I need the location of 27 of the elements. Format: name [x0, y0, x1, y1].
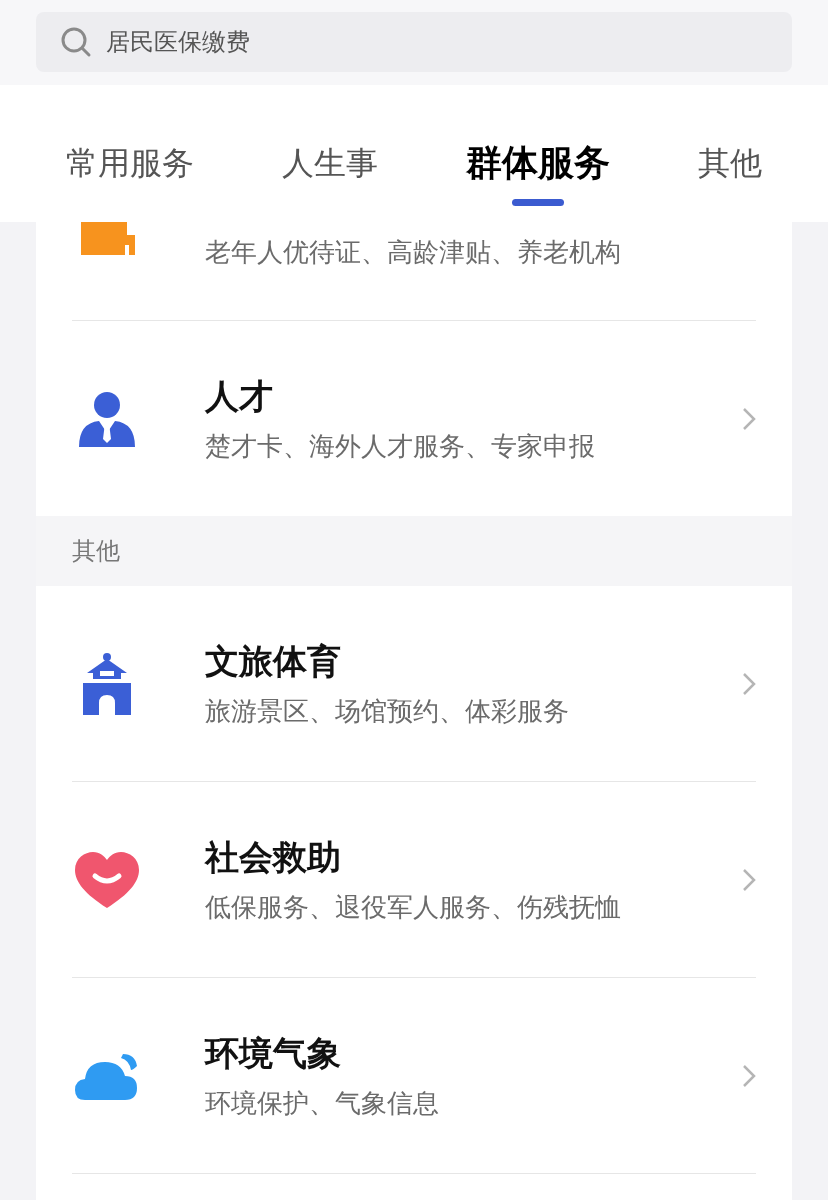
section-header: 其他: [72, 536, 120, 566]
item-title: 人才: [205, 375, 274, 417]
tab[interactable]: 其他: [698, 141, 762, 206]
service-item[interactable]: 老年人优待证、高龄津贴、养老机构: [36, 222, 792, 320]
search-field[interactable]: 居民医保缴费: [36, 12, 792, 72]
item-subtitle: 楚才卡、海外人才服务、专家申报: [205, 429, 596, 463]
item-subtitle: 环境保护、气象信息: [205, 1086, 440, 1120]
cloud-icon: [75, 1051, 139, 1100]
tab[interactable]: 人生事: [282, 141, 378, 206]
service-item[interactable]: 社会救助 低保服务、退役军人服务、伤残抚恤: [36, 782, 792, 977]
item-title: 环境气象: [205, 1032, 342, 1074]
chevron-icon: [742, 671, 756, 696]
search-icon: [60, 26, 92, 58]
item-subtitle: 低保服务、退役军人服务、伤残抚恤: [205, 890, 622, 924]
chevron-icon: [742, 867, 756, 892]
service-item[interactable]: 文旅体育 旅游景区、场馆预约、体彩服务: [36, 586, 792, 781]
heart-icon: [75, 851, 139, 908]
chevron-icon: [742, 1063, 756, 1088]
chevron-icon: [742, 406, 756, 431]
service-item[interactable]: 环境气象 环境保护、气象信息: [36, 978, 792, 1173]
item-title: 文旅体育: [205, 640, 342, 682]
service-item[interactable]: 人才 楚才卡、海外人才服务、专家申报: [36, 321, 792, 516]
item-title: 社会救助: [205, 836, 342, 878]
tab[interactable]: 常用服务: [66, 141, 194, 206]
item-subtitle: 旅游景区、场馆预约、体彩服务: [205, 694, 570, 728]
item-subtitle: 老年人优待证、高龄津贴、养老机构: [205, 235, 622, 269]
tab[interactable]: 群体服务: [466, 141, 610, 206]
